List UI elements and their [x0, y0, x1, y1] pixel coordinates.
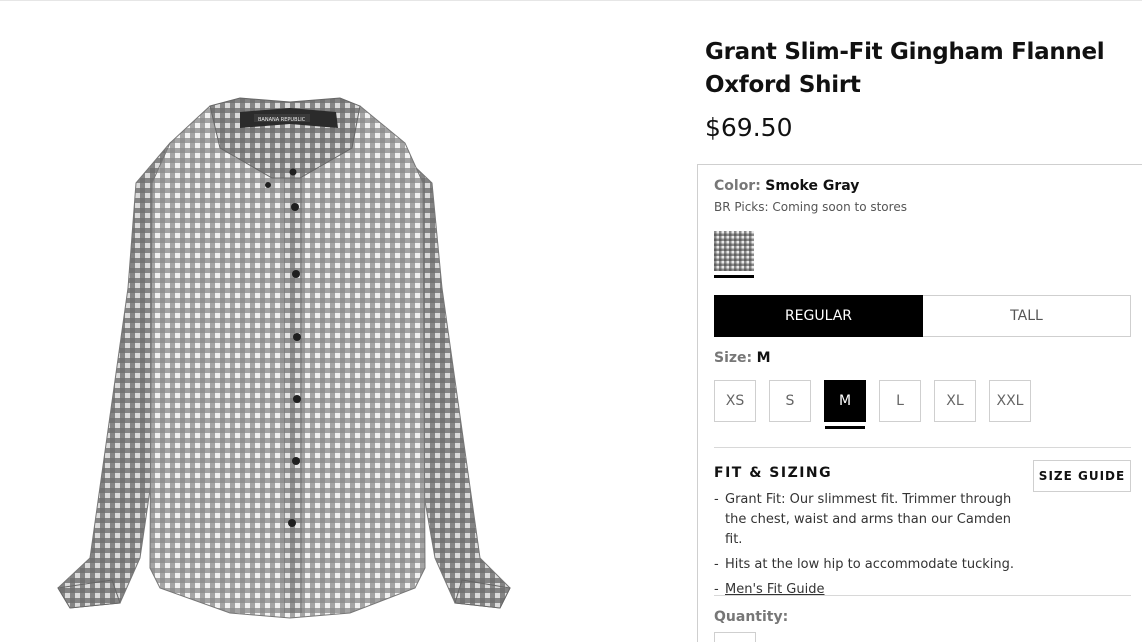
fit-toggle: REGULAR TALL	[714, 295, 1131, 337]
br-picks-note: BR Picks: Coming soon to stores	[714, 200, 907, 214]
color-swatch-smoke-gray[interactable]	[714, 231, 754, 271]
product-price: $69.50	[705, 113, 793, 142]
fit-bullets: Grant Fit: Our slimmest fit. Trimmer thr…	[714, 490, 1024, 605]
divider	[714, 447, 1131, 448]
list-item: Men's Fit Guide	[714, 580, 1024, 600]
product-title: Grant Slim-Fit Gingham Flannel Oxford Sh…	[705, 39, 1105, 98]
bullet-text: Hits at the low hip to accommodate tucki…	[725, 557, 1014, 572]
list-item: Grant Fit: Our slimmest fit. Trimmer thr…	[714, 490, 1024, 550]
bullet-text: Grant Fit: Our slimmest fit. Trimmer thr…	[725, 492, 1012, 547]
fit-sizing-heading: FIT & SIZING	[714, 465, 833, 481]
swatch-selected-indicator	[714, 275, 754, 278]
divider	[714, 595, 1131, 596]
top-divider	[0, 0, 1142, 1]
color-row: Color: Smoke Gray	[714, 178, 859, 194]
list-item: Hits at the low hip to accommodate tucki…	[714, 555, 1024, 575]
size-row: Size: M	[714, 350, 771, 366]
product-page: BANANA REPUBLIC Grant Slim-Fit Gingham F…	[0, 0, 1142, 642]
product-image[interactable]: BANANA REPUBLIC	[40, 88, 540, 642]
size-xl-button[interactable]: XL	[934, 380, 976, 422]
size-xs-button[interactable]: XS	[714, 380, 756, 422]
size-l-button[interactable]: L	[879, 380, 921, 422]
size-s-button[interactable]: S	[769, 380, 811, 422]
fit-regular-button[interactable]: REGULAR	[714, 295, 923, 337]
color-value: Smoke Gray	[765, 178, 860, 194]
quantity-stepper[interactable]	[714, 632, 756, 642]
size-options: XS S M L XL XXL	[714, 380, 1031, 429]
size-guide-button[interactable]: SIZE GUIDE	[1033, 460, 1131, 492]
quantity-label-text: Quantity:	[714, 609, 789, 625]
size-xxl-button[interactable]: XXL	[989, 380, 1031, 422]
quantity-label: Quantity:	[714, 609, 788, 625]
color-label: Color:	[714, 178, 761, 194]
size-value: M	[756, 350, 771, 366]
svg-text:BANANA REPUBLIC: BANANA REPUBLIC	[258, 117, 306, 123]
size-label: Size:	[714, 350, 753, 366]
size-m-button[interactable]: M	[824, 380, 866, 429]
fit-tall-button[interactable]: TALL	[923, 295, 1131, 337]
